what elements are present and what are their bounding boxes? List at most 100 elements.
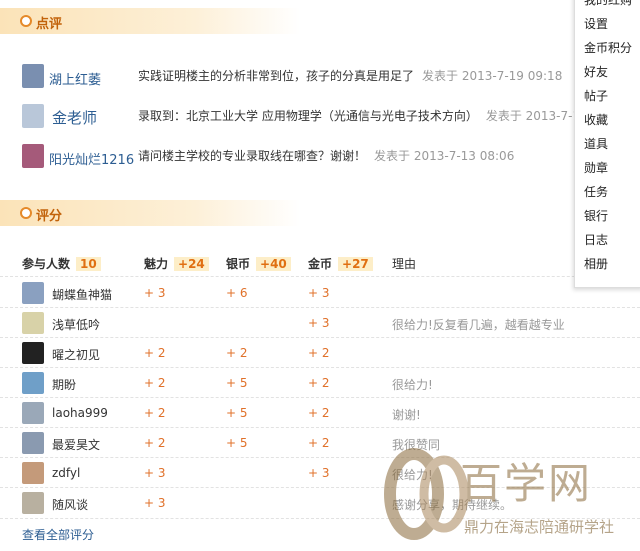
menu-item-favorites[interactable]: 收藏 — [584, 111, 608, 128]
rater-name[interactable]: 曜之初见 — [52, 346, 100, 363]
rating-row: 曜之初见 + 2 + 2 + 2 — [22, 340, 582, 368]
user-avatar[interactable] — [22, 64, 44, 88]
rating-row: 期盼 + 2 + 5 + 2 很给力! — [22, 370, 582, 398]
rater-name[interactable]: 随风谈 — [52, 496, 88, 513]
rater-name[interactable]: laoha999 — [52, 406, 108, 420]
menu-item-bank[interactable]: 银行 — [584, 207, 608, 224]
rating-row: 蝴蝶鱼神猫 + 3 + 6 + 3 — [22, 280, 582, 308]
rating-row: laoha999 + 2 + 5 + 2 谢谢! — [22, 400, 582, 428]
gold-header: 金币 +27 — [308, 255, 373, 271]
comments-section-title: 点评 — [36, 17, 63, 32]
charm-label: 魅力 — [144, 257, 169, 271]
rating-reason: 很给力!反复看几遍，越看越专业 — [392, 318, 565, 332]
participants-label: 参与人数 — [22, 257, 71, 271]
gold-value: + 2 — [308, 436, 330, 450]
charm-value: + 2 — [144, 376, 166, 390]
user-avatar[interactable] — [22, 342, 44, 364]
menu-item-friends[interactable]: 好友 — [584, 63, 608, 80]
user-avatar[interactable] — [22, 282, 44, 304]
watermark-subtitle: 鼎力在海志陪通研学社 — [464, 518, 615, 536]
silver-header: 银币 +40 — [226, 255, 291, 271]
section-bullet-icon — [20, 15, 32, 27]
comment-author[interactable]: 湖上红萎 — [49, 69, 101, 88]
gold-value: + 3 — [308, 316, 330, 330]
rating-reason: 很给力! — [392, 378, 433, 392]
silver-total: +40 — [256, 257, 291, 271]
charm-value: + 2 — [144, 436, 166, 450]
rater-name[interactable]: 浅草低吟 — [52, 316, 100, 333]
gold-total: +27 — [338, 257, 373, 271]
comment-text: 请问楼主学校的专业录取线在哪查？谢谢！ — [138, 149, 367, 163]
menu-item-items[interactable]: 道具 — [584, 135, 608, 152]
menu-item-settings[interactable]: 设置 — [584, 15, 608, 32]
rating-section-title: 评分 — [36, 209, 63, 224]
gold-value: + 2 — [308, 346, 330, 360]
gold-value: + 3 — [308, 466, 330, 480]
divider — [0, 276, 640, 277]
user-avatar[interactable] — [22, 144, 44, 168]
user-avatar[interactable] — [22, 432, 44, 454]
rater-name[interactable]: 期盼 — [52, 376, 76, 393]
charm-header: 魅力 +24 — [144, 255, 209, 271]
user-avatar[interactable] — [22, 104, 44, 128]
participants-header: 参与人数 10 — [22, 255, 101, 271]
charm-value: + 3 — [144, 496, 166, 510]
participants-count: 10 — [76, 257, 101, 271]
rating-section-header: 评分 — [0, 200, 300, 226]
menu-item-medals[interactable]: 勋章 — [584, 159, 608, 176]
rater-name[interactable]: zdfyl — [52, 466, 80, 480]
charm-value: + 2 — [144, 406, 166, 420]
reason-header: 理由 — [392, 257, 417, 271]
menu-item-blog[interactable]: 日志 — [584, 231, 608, 248]
comment-item: 湖上红萎 实践证明楼主的分析非常到位，孩子的分真是用足了 发表于 2013-7-1… — [22, 64, 582, 92]
divider — [0, 337, 640, 338]
user-dropdown-menu: 我的红购 设置 金币积分 好友 帖子 收藏 道具 勋章 任务 银行 日志 相册 — [574, 0, 640, 288]
comment-body: 请问楼主学校的专业录取线在哪查？谢谢！ 发表于 2013-7-13 08:06 — [138, 147, 514, 164]
gold-value: + 3 — [308, 286, 330, 300]
comment-body: 实践证明楼主的分析非常到位，孩子的分真是用足了 发表于 2013-7-19 09:… — [138, 67, 562, 84]
comment-author[interactable]: 阳光灿烂1216 — [49, 149, 134, 168]
view-all-ratings-link[interactable]: 查看全部评分 — [22, 526, 94, 543]
charm-total: +24 — [174, 257, 209, 271]
user-avatar[interactable] — [22, 372, 44, 394]
comments-section-header: 点评 — [0, 8, 300, 34]
page: 点评 湖上红萎 实践证明楼主的分析非常到位，孩子的分真是用足了 发表于 2013-… — [0, 0, 640, 551]
silver-value: + 6 — [226, 286, 248, 300]
gold-value: + 2 — [308, 376, 330, 390]
menu-item-orders[interactable]: 我的红购 — [584, 0, 632, 8]
rating-row: 浅草低吟 + 3 很给力!反复看几遍，越看越专业 — [22, 310, 582, 338]
user-avatar[interactable] — [22, 402, 44, 424]
user-avatar[interactable] — [22, 312, 44, 334]
charm-value: + 3 — [144, 286, 166, 300]
divider — [0, 397, 640, 398]
divider — [0, 307, 640, 308]
menu-item-gold-points[interactable]: 金币积分 — [584, 39, 632, 56]
menu-item-posts[interactable]: 帖子 — [584, 87, 608, 104]
user-avatar[interactable] — [22, 462, 44, 484]
rating-reason: 谢谢! — [392, 408, 421, 422]
menu-item-album[interactable]: 相册 — [584, 255, 608, 272]
charm-value: + 3 — [144, 466, 166, 480]
rater-name[interactable]: 蝴蝶鱼神猫 — [52, 286, 112, 303]
comment-time: 发表于 2013-7-13 08:06 — [374, 149, 515, 163]
silver-value: + 5 — [226, 406, 248, 420]
watermark-logo: 百学网 鼎力在海志陪通研学社 — [382, 436, 640, 551]
watermark-100-icon — [384, 448, 469, 540]
menu-item-tasks[interactable]: 任务 — [584, 183, 608, 200]
silver-value: + 5 — [226, 436, 248, 450]
comment-author[interactable]: 金老师 — [52, 107, 97, 128]
comment-item: 金老师 录取到：北京工业大学 应用物理学（光通信与光电子技术方向） 发表于 201… — [22, 104, 588, 132]
rater-name[interactable]: 最爱昊文 — [52, 436, 100, 453]
section-bullet-icon — [20, 207, 32, 219]
divider — [0, 427, 640, 428]
gold-label: 金币 — [308, 257, 333, 271]
user-avatar[interactable] — [22, 492, 44, 514]
comment-item: 阳光灿烂1216 请问楼主学校的专业录取线在哪查？谢谢！ 发表于 2013-7-1… — [22, 144, 582, 172]
comment-time: 发表于 2013-7-17 — [485, 109, 588, 123]
gold-value: + 2 — [308, 406, 330, 420]
silver-label: 银币 — [226, 257, 251, 271]
comment-time: 发表于 2013-7-19 09:18 — [422, 69, 563, 83]
charm-value: + 2 — [144, 346, 166, 360]
comment-text: 实践证明楼主的分析非常到位，孩子的分真是用足了 — [138, 69, 415, 83]
divider — [0, 367, 640, 368]
